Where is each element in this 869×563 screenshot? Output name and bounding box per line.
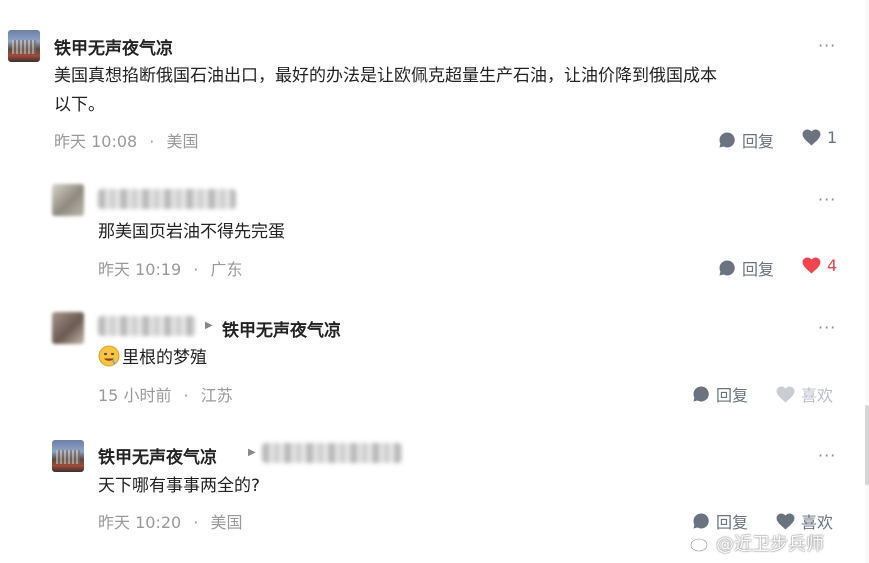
comment-text-line: 美国真想掐断俄国石油出口，最好的办法是让欧佩克超量生产石油，让油价降到俄国成本 bbox=[54, 66, 717, 86]
like-count: 4 bbox=[827, 256, 838, 275]
comment-bubble-icon bbox=[693, 513, 709, 529]
like-label: 喜欢 bbox=[801, 386, 834, 405]
comment-text: 那美国页岩油不得先完蛋 bbox=[98, 222, 285, 242]
location: 江苏 bbox=[200, 386, 233, 405]
heart-icon bbox=[802, 257, 821, 274]
heart-icon bbox=[776, 385, 795, 403]
separator: · bbox=[193, 513, 199, 532]
comment-text-line: 以下。 bbox=[54, 95, 105, 115]
more-options-button[interactable]: ··· bbox=[818, 190, 836, 209]
scrollbar-thumb[interactable] bbox=[865, 405, 869, 485]
username[interactable]: 铁甲无声夜气凉 bbox=[98, 443, 217, 468]
reply-arrow-icon: ▶ bbox=[205, 320, 213, 331]
timestamp: 昨天 10:08 bbox=[54, 132, 138, 151]
more-options-button[interactable]: ··· bbox=[818, 446, 836, 465]
username[interactable]: 铁甲无声夜气凉 bbox=[54, 34, 173, 59]
comment-text-content: 里根的梦殖 bbox=[122, 348, 207, 368]
avatar[interactable] bbox=[8, 30, 40, 62]
reply-label: 回复 bbox=[742, 132, 775, 151]
like-button[interactable]: 4 bbox=[802, 256, 837, 275]
comment-meta: 15 小时前 · 江苏 bbox=[98, 382, 233, 406]
comment-meta: 昨天 10:19 · 广东 bbox=[98, 256, 243, 280]
avatar[interactable] bbox=[52, 312, 84, 344]
like-button[interactable]: 1 bbox=[802, 128, 837, 147]
blurred-username[interactable] bbox=[98, 316, 196, 336]
reply-to-username[interactable]: 铁甲无声夜气凉 bbox=[222, 316, 341, 341]
timestamp: 15 小时前 bbox=[98, 386, 172, 405]
weibo-logo-icon bbox=[690, 535, 711, 552]
location: 美国 bbox=[166, 132, 199, 151]
heart-icon bbox=[776, 512, 795, 530]
separator: · bbox=[183, 386, 189, 405]
drooling-emoji-icon bbox=[98, 345, 120, 367]
scrollbar[interactable] bbox=[865, 0, 869, 563]
reply-button[interactable]: 回复 bbox=[692, 382, 748, 406]
like-count: 1 bbox=[827, 128, 838, 147]
reply-label: 回复 bbox=[716, 386, 749, 405]
timestamp: 昨天 10:19 bbox=[98, 260, 182, 279]
blurred-username[interactable] bbox=[98, 189, 236, 209]
watermark-text: @近卫步兵师 bbox=[716, 534, 824, 555]
comment-text: 里根的梦殖 bbox=[98, 344, 207, 373]
more-options-button[interactable]: ··· bbox=[818, 318, 836, 337]
separator: · bbox=[149, 132, 155, 151]
comment-bubble-icon bbox=[693, 386, 709, 402]
like-button[interactable]: 喜欢 bbox=[776, 382, 833, 406]
comment-bubble-icon bbox=[719, 132, 735, 148]
reply-button[interactable]: 回复 bbox=[718, 128, 774, 152]
comment-bubble-icon bbox=[719, 260, 735, 276]
comment-meta: 昨天 10:20 · 美国 bbox=[98, 509, 243, 533]
comment-text: 天下哪有事事两全的? bbox=[98, 476, 261, 496]
comment-meta: 昨天 10:08 · 美国 bbox=[54, 128, 199, 152]
heart-icon bbox=[802, 129, 821, 146]
avatar[interactable] bbox=[52, 440, 84, 472]
location: 广东 bbox=[210, 260, 243, 279]
blurred-reply-to-username[interactable] bbox=[262, 443, 402, 463]
reply-button[interactable]: 回复 bbox=[718, 256, 774, 280]
avatar[interactable] bbox=[52, 184, 84, 216]
timestamp: 昨天 10:20 bbox=[98, 513, 182, 532]
watermark: @近卫步兵师 bbox=[690, 530, 824, 556]
more-options-button[interactable]: ··· bbox=[818, 36, 836, 55]
location: 美国 bbox=[210, 513, 243, 532]
reply-label: 回复 bbox=[742, 260, 775, 279]
separator: · bbox=[193, 260, 199, 279]
reply-arrow-icon: ▶ bbox=[248, 447, 256, 458]
